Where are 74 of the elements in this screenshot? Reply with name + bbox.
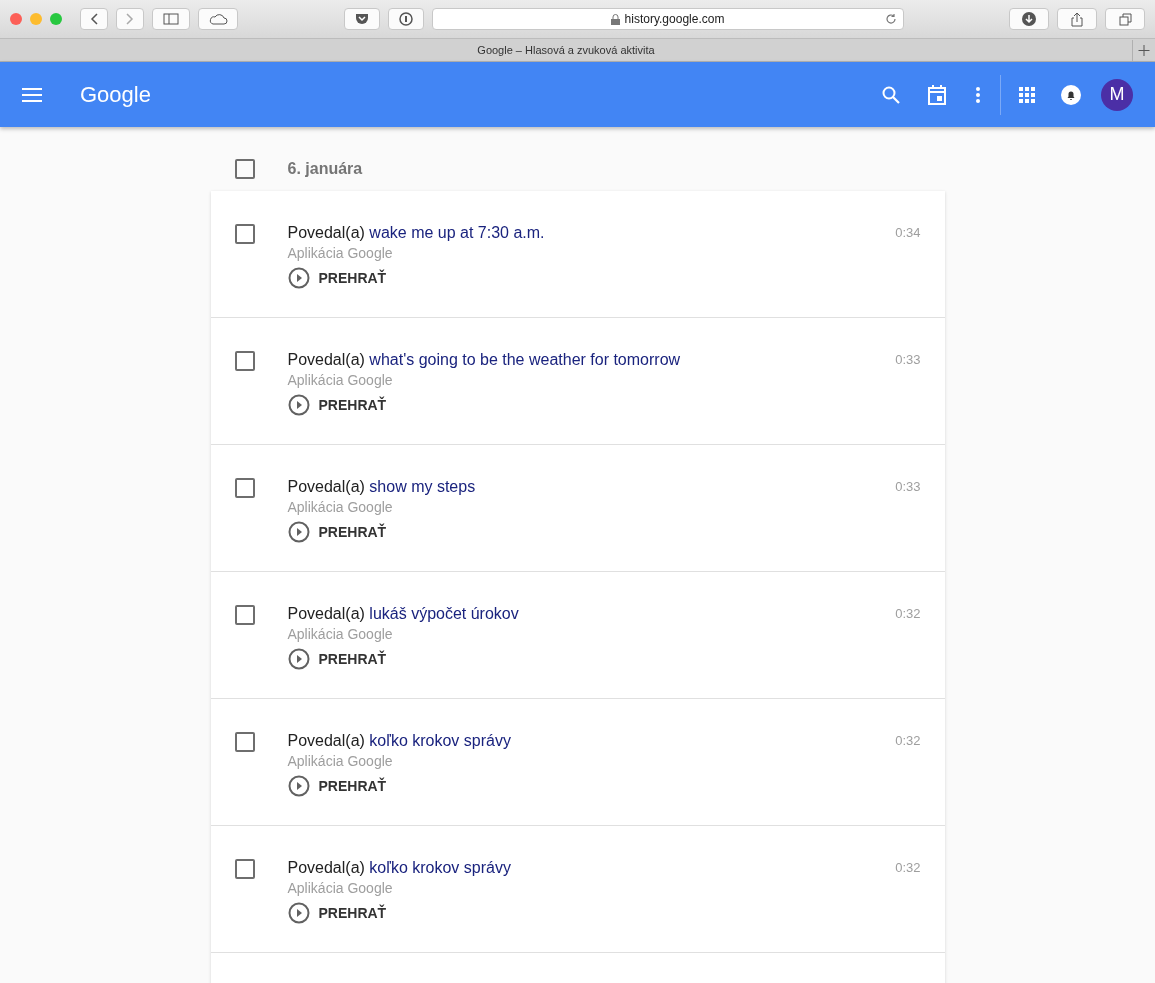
more-options-icon[interactable] [976,86,980,103]
logo[interactable]: Google [80,81,882,108]
menu-icon[interactable] [22,87,42,102]
checkbox[interactable] [234,224,255,244]
activity-title: Povedal(a) koľko krokov správy [287,732,512,750]
play-button[interactable]: PREHRAŤ [287,394,387,416]
timestamp: 0:32 [895,860,921,875]
play-icon [287,394,310,416]
query-link[interactable]: koľko krokov správy [369,732,511,749]
play-icon [287,775,310,797]
info-icon [398,12,413,26]
timestamp: 0:33 [895,479,921,494]
share-icon [1071,11,1083,27]
activity-title: Povedal(a) koľko krokov správy [287,859,512,877]
play-button[interactable]: PREHRAŤ [287,902,387,924]
play-button[interactable]: PREHRAŤ [287,648,387,670]
url-text: history.google.com [624,12,725,26]
checkbox[interactable] [234,351,255,371]
play-button[interactable]: PREHRAŤ [287,521,387,543]
play-icon [287,648,310,670]
play-button[interactable]: PREHRAŤ [287,267,387,289]
timestamp: 0:34 [895,225,921,240]
sidebar-button[interactable] [152,8,190,30]
play-icon [287,902,310,924]
source-label: Aplikácia Google [287,499,394,515]
timestamp: 0:33 [895,352,921,367]
notifications-icon[interactable] [1061,84,1081,105]
source-label: Aplikácia Google [287,372,394,388]
password-button[interactable] [387,8,424,30]
checkbox[interactable] [234,605,255,625]
checkbox[interactable] [234,159,255,179]
share-button[interactable] [1057,8,1097,30]
close-window-button[interactable] [10,13,22,25]
chevron-left-icon [90,13,98,25]
checkbox[interactable] [234,732,255,752]
sidebar-icon [163,13,179,25]
back-button[interactable] [80,8,108,30]
activity-title: Povedal(a) wake me up at 7:30 a.m. [287,224,546,242]
pocket-button[interactable] [343,8,380,30]
query-link[interactable]: koľko krokov správy [369,859,511,876]
cloud-button[interactable] [198,8,238,30]
lock-icon [610,13,620,25]
checkbox[interactable] [234,859,255,879]
timestamp: 0:32 [895,733,921,748]
play-icon [287,267,310,289]
source-label: Aplikácia Google [287,880,394,896]
calendar-icon[interactable] [928,84,946,105]
apps-grid-icon[interactable] [1019,86,1035,103]
date-heading: 6. januára [287,160,363,178]
tabs-icon [1118,12,1132,26]
activity-title: Povedal(a) what's going to be the weather for tomorrow [287,351,682,369]
avatar[interactable]: M [1101,78,1133,111]
play-icon [287,521,310,543]
query-link[interactable]: show my steps [369,478,476,495]
cloud-icon [208,13,228,25]
tabs-button[interactable] [1105,8,1145,30]
chevron-right-icon [126,13,134,25]
source-label: Aplikácia Google [287,626,394,642]
source-label: Aplikácia Google [287,245,394,261]
source-label: Aplikácia Google [287,753,394,769]
query-link[interactable]: lukáš výpočet úrokov [369,605,519,622]
activity-title: Povedal(a) lukáš výpočet úrokov [287,605,520,623]
query-link[interactable]: wake me up at 7:30 a.m. [369,224,545,241]
timestamp: 0:32 [895,606,921,621]
download-icon [1022,12,1036,26]
downloads-button[interactable] [1009,8,1049,30]
checkbox[interactable] [234,478,255,498]
address-bar[interactable]: history.google.com [431,8,904,30]
query-link[interactable]: what's going to be the weather for tomorrow [369,351,681,368]
activity-title: Povedal(a) show my steps [287,478,477,496]
play-button[interactable]: PREHRAŤ [287,775,387,797]
reload-icon[interactable] [884,13,897,25]
pocket-icon [354,13,369,25]
search-icon[interactable] [882,85,900,104]
